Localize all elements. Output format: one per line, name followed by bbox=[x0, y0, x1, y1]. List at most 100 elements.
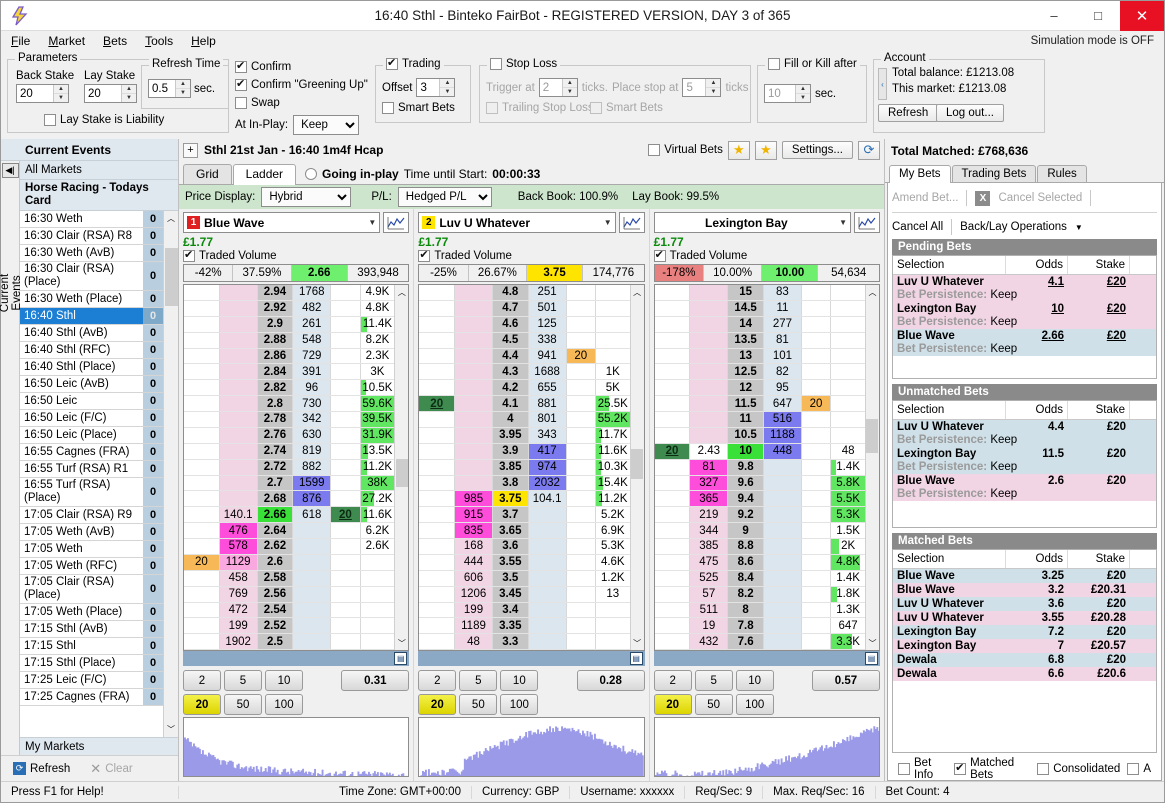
stake-button[interactable]: 2 bbox=[418, 670, 456, 691]
ladder-cell-my-back[interactable] bbox=[331, 396, 360, 411]
ladder-cell-my-back[interactable] bbox=[802, 523, 831, 538]
ladder-cell-traded-volume[interactable]: 3.3K bbox=[831, 634, 865, 649]
favourite-star-remove-icon[interactable]: ★ bbox=[755, 141, 777, 160]
account-collapse-handle[interactable]: ‹ bbox=[878, 68, 887, 100]
refresh-market-icon[interactable]: ⟳ bbox=[858, 141, 880, 160]
ladder-cell-my-lay[interactable]: 20 bbox=[419, 396, 455, 411]
settings-button[interactable]: Settings... bbox=[782, 141, 853, 159]
ladder-row[interactable]: 2.88 548 8.2K bbox=[184, 333, 394, 349]
ladder-cell-odds[interactable]: 2.82 bbox=[258, 380, 294, 395]
checkbox-box[interactable] bbox=[898, 763, 910, 775]
center-ladder-icon[interactable]: ▤ bbox=[394, 652, 407, 665]
center-ladder-icon[interactable]: ▤ bbox=[630, 652, 643, 665]
logout-button[interactable]: Log out... bbox=[936, 104, 1004, 122]
ladder-cell-back-amount[interactable]: 81 bbox=[764, 333, 802, 348]
ladder-row[interactable]: 385 8.8 2K bbox=[655, 539, 865, 555]
ladder-cell-traded-volume[interactable]: 39.5K bbox=[361, 412, 395, 427]
one-click-stake-button[interactable]: 0.31 bbox=[341, 670, 409, 691]
pl-select[interactable]: Hedged P/L bbox=[398, 187, 492, 207]
ladder-cell-odds[interactable]: 8.2 bbox=[728, 587, 764, 602]
bet-row[interactable]: Lexington Bay10£20 bbox=[893, 302, 1156, 316]
confirm-checkbox[interactable]: Confirm bbox=[235, 61, 291, 73]
ladder-cell-odds[interactable]: 2.94 bbox=[258, 285, 294, 300]
ladder-cell-lay-amount[interactable] bbox=[220, 380, 258, 395]
chevron-down-icon[interactable]: ▼ bbox=[1075, 223, 1083, 232]
ladder-cell-odds[interactable]: 2.7 bbox=[258, 476, 294, 491]
trigger-input[interactable] bbox=[540, 79, 562, 96]
ladder-cell-traded-volume[interactable]: 5.3K bbox=[596, 539, 630, 554]
ladder-cell-back-amount[interactable] bbox=[529, 555, 567, 570]
traded-volume-checkbox[interactable]: Traded Volume bbox=[418, 250, 644, 262]
ladder-cell-back-amount[interactable]: 104.1 bbox=[529, 491, 567, 506]
ladder-cell-my-lay[interactable] bbox=[184, 428, 220, 443]
ladder-cell-my-back[interactable] bbox=[802, 603, 831, 618]
ladder-cell-odds[interactable]: 2.9 bbox=[258, 317, 294, 332]
refresh-time-input[interactable] bbox=[149, 80, 175, 97]
scroll-up-icon[interactable]: ︿ bbox=[395, 285, 409, 299]
checkbox-box[interactable] bbox=[648, 144, 660, 156]
ladder-cell-back-amount[interactable]: 548 bbox=[293, 333, 331, 348]
ladder-cell-my-back[interactable] bbox=[802, 428, 831, 443]
runner-chart-button[interactable] bbox=[619, 212, 645, 233]
ladder-cell-back-amount[interactable] bbox=[293, 634, 331, 649]
chevron-down-icon[interactable]: ▼ bbox=[368, 218, 376, 227]
ladder-row[interactable]: 57 8.2 1.8K bbox=[655, 587, 865, 603]
ladder-cell-my-back[interactable] bbox=[331, 301, 360, 316]
ladder-cell-traded-volume[interactable] bbox=[596, 301, 630, 316]
sidebar-item-market[interactable]: 16:30 Clair (RSA) (Place)0 bbox=[20, 262, 163, 291]
matched-bets-checkbox[interactable]: Matched Bets bbox=[954, 757, 1030, 781]
ladder-cell-my-back[interactable] bbox=[802, 301, 831, 316]
ladder-cell-my-lay[interactable] bbox=[655, 349, 691, 364]
ladder-cell-lay-amount[interactable]: 344 bbox=[690, 523, 728, 538]
trading-checkbox[interactable]: Trading bbox=[383, 58, 444, 70]
ladder-cell-lay-amount[interactable] bbox=[455, 317, 493, 332]
ladder-cell-back-amount[interactable] bbox=[529, 634, 567, 649]
ladder-cell-traded-volume[interactable]: 4.6K bbox=[596, 555, 630, 570]
ladder-cell-traded-volume[interactable]: 1.3K bbox=[831, 603, 865, 618]
ladder-cell-traded-volume[interactable]: 5.3K bbox=[831, 507, 865, 522]
minimize-button[interactable]: – bbox=[1032, 1, 1076, 31]
ladder-row[interactable]: 2.76 630 31.9K bbox=[184, 428, 394, 444]
one-click-stake-button[interactable]: 0.57 bbox=[812, 670, 880, 691]
ladder-row[interactable]: 19 7.8 647 bbox=[655, 618, 865, 634]
ladder-row[interactable]: 12.5 82 bbox=[655, 364, 865, 380]
ladder-cell-my-back[interactable] bbox=[331, 317, 360, 332]
ladder-row[interactable]: 1206 3.45 13 bbox=[419, 587, 629, 603]
ladder-cell-my-lay[interactable] bbox=[655, 333, 691, 348]
sidebar-item-market[interactable]: 16:40 Sthl (Place)0 bbox=[20, 359, 163, 376]
runner-chart-button[interactable] bbox=[854, 212, 880, 233]
menu-file[interactable]: File bbox=[11, 34, 30, 48]
ladder-cell-my-lay[interactable] bbox=[419, 380, 455, 395]
ladder-cell-my-lay[interactable]: 20 bbox=[655, 444, 691, 459]
stake-button[interactable]: 20 bbox=[654, 694, 692, 715]
ladder-row[interactable]: 14 277 bbox=[655, 317, 865, 333]
bet-row[interactable]: Blue Wave2.6£20 bbox=[893, 474, 1156, 488]
ladder-cell-my-lay[interactable] bbox=[184, 523, 220, 538]
ladder-cell-lay-amount[interactable] bbox=[455, 428, 493, 443]
ladder-cell-back-amount[interactable]: 819 bbox=[293, 444, 331, 459]
ladder-cell-lay-amount[interactable] bbox=[220, 301, 258, 316]
ladder-cell-traded-volume[interactable] bbox=[831, 364, 865, 379]
ladder-row[interactable]: 458 2.58 bbox=[184, 571, 394, 587]
scroll-up-icon[interactable]: ︿ bbox=[865, 285, 879, 299]
ladder-cell-odds[interactable]: 3.75 bbox=[493, 491, 529, 506]
ladder-cell-traded-volume[interactable] bbox=[361, 587, 395, 602]
ladder-cell-odds[interactable]: 2.76 bbox=[258, 428, 294, 443]
ladder-row[interactable]: 4.5 338 bbox=[419, 333, 629, 349]
ladder-cell-odds[interactable]: 2.6 bbox=[258, 555, 294, 570]
ladder-scrollbar[interactable]: ︿ ﹀ bbox=[865, 285, 879, 650]
ladder-cell-my-lay[interactable] bbox=[184, 603, 220, 618]
ladder-cell-my-lay[interactable] bbox=[655, 428, 691, 443]
amend-bet-button[interactable]: Amend Bet... bbox=[892, 192, 958, 204]
menu-help[interactable]: Help bbox=[191, 34, 216, 48]
ladder-cell-back-amount[interactable] bbox=[764, 507, 802, 522]
ladder-cell-my-back[interactable] bbox=[331, 380, 360, 395]
ladder-cell-back-amount[interactable]: 261 bbox=[293, 317, 331, 332]
ladder-cell-my-back[interactable] bbox=[567, 380, 596, 395]
ladder-cell-my-lay[interactable] bbox=[184, 571, 220, 586]
ladder-cell-my-back[interactable] bbox=[802, 333, 831, 348]
ladder-cell-my-back[interactable] bbox=[567, 491, 596, 506]
ladder-cell-my-lay[interactable] bbox=[184, 634, 220, 649]
ladder-cell-odds[interactable]: 13.5 bbox=[728, 333, 764, 348]
offset-input[interactable] bbox=[417, 79, 439, 96]
